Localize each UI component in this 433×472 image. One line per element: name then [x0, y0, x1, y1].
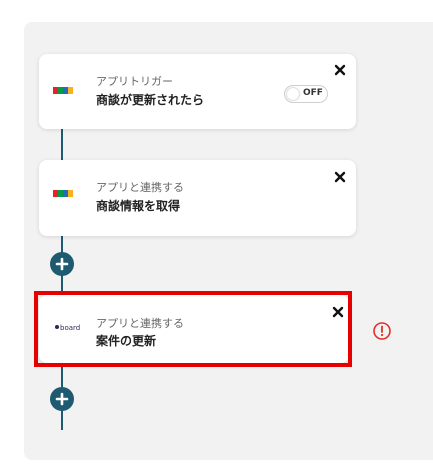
step-title: 商談が更新されたら	[96, 93, 205, 107]
toggle-knob	[287, 88, 299, 100]
plus-icon	[55, 257, 69, 271]
close-icon[interactable]	[334, 171, 346, 183]
zoho-crm-logo-icon	[53, 87, 73, 94]
toggle-state-label: OFF	[303, 88, 323, 98]
flow-connector	[61, 129, 63, 160]
step-type-label: アプリと連携する	[96, 181, 184, 194]
trigger-step-card[interactable]: アプリトリガー 商談が更新されたら OFF	[39, 54, 356, 129]
warning-circle-icon	[373, 322, 391, 340]
trigger-toggle[interactable]: OFF	[284, 85, 328, 103]
action-step-card[interactable]: アプリと連携する 商談情報を取得	[39, 160, 356, 236]
selected-step-highlight	[34, 291, 352, 367]
add-step-button[interactable]	[50, 387, 74, 411]
plus-icon	[55, 392, 69, 406]
close-icon[interactable]	[334, 64, 346, 76]
add-step-button[interactable]	[50, 252, 74, 276]
step-type-label: アプリトリガー	[96, 75, 173, 88]
zoho-crm-logo-icon	[53, 190, 73, 197]
step-title: 商談情報を取得	[96, 199, 181, 213]
